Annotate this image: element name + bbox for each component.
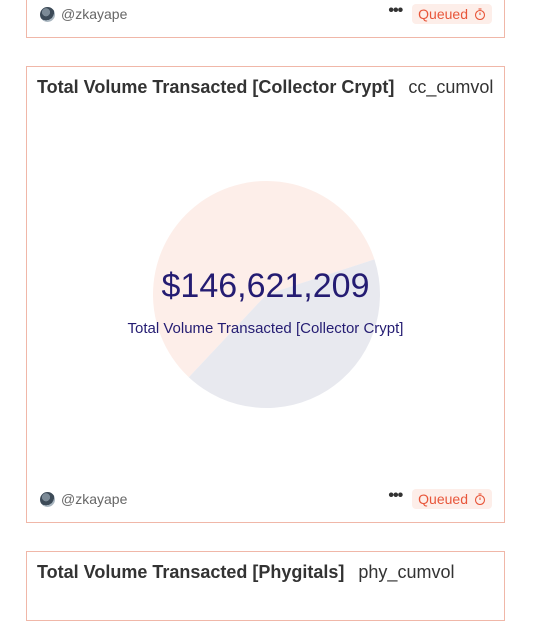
timer-icon <box>474 493 486 505</box>
avatar <box>40 491 55 507</box>
timer-icon <box>474 8 486 20</box>
counter-label: Total Volume Transacted [Collector Crypt… <box>127 320 404 337</box>
counter-value: $146,621,209 <box>161 267 370 305</box>
card-header: Total Volume Transacted [Phygitals] phy_… <box>37 562 494 583</box>
card-actions: ••• Queued <box>388 3 492 24</box>
avatar <box>40 6 55 22</box>
card-title[interactable]: Total Volume Transacted [Phygitals] <box>37 562 344 583</box>
author-name[interactable]: @zkayape <box>61 6 127 22</box>
card-header: Total Volume Transacted [Collector Crypt… <box>37 77 494 98</box>
query-card-collector-crypt: Total Volume Transacted [Collector Crypt… <box>26 66 505 523</box>
query-card-top: @zkayape ••• Queued <box>26 0 505 38</box>
status-label: Queued <box>418 491 468 507</box>
author[interactable]: @zkayape <box>40 6 127 22</box>
query-name[interactable]: cc_cumvol <box>408 77 493 98</box>
author-name[interactable]: @zkayape <box>61 491 127 507</box>
more-options-icon[interactable]: ••• <box>388 488 403 504</box>
status-badge: Queued <box>412 489 492 509</box>
card-footer: @zkayape ••• Queued <box>40 488 492 510</box>
status-label: Queued <box>418 6 468 22</box>
card-footer: @zkayape ••• Queued <box>40 3 492 25</box>
card-actions: ••• Queued <box>388 488 492 509</box>
status-badge: Queued <box>412 4 492 24</box>
query-name[interactable]: phy_cumvol <box>358 562 454 583</box>
query-card-phygitals: Total Volume Transacted [Phygitals] phy_… <box>26 551 505 621</box>
author[interactable]: @zkayape <box>40 491 127 507</box>
card-title[interactable]: Total Volume Transacted [Collector Crypt… <box>37 77 394 98</box>
more-options-icon[interactable]: ••• <box>388 3 403 19</box>
counter-visualization: $146,621,209 Total Volume Transacted [Co… <box>27 127 504 497</box>
